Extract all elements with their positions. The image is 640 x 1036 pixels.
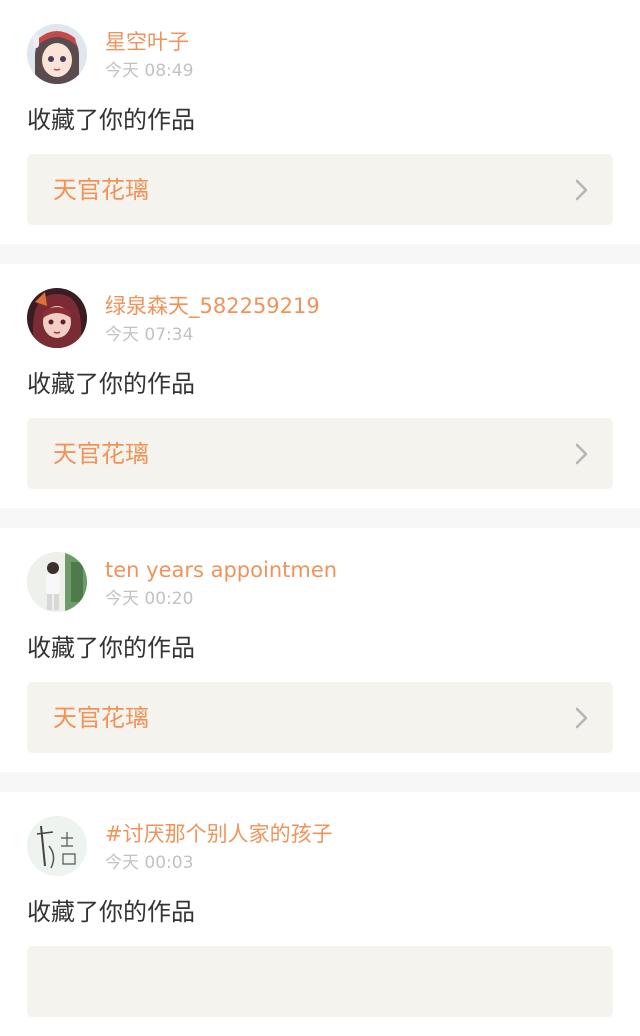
work-title: 天官花璃 bbox=[53, 176, 149, 204]
user-avatar[interactable] bbox=[27, 24, 87, 84]
work-link[interactable]: 天官花璃 bbox=[27, 418, 613, 489]
chevron-right-icon bbox=[575, 179, 589, 201]
action-text: 收藏了你的作品 bbox=[27, 898, 195, 926]
username[interactable]: 星空叶子 bbox=[105, 29, 189, 55]
notification-card: 星空叶子 今天 08:49 收藏了你的作品 天官花璃 bbox=[0, 0, 640, 244]
user-avatar[interactable] bbox=[27, 288, 87, 348]
notification-card: ten years appointmen 今天 00:20 收藏了你的作品 天官… bbox=[0, 528, 640, 772]
username[interactable]: ten years appointmen bbox=[105, 557, 337, 583]
work-title: 天官花璃 bbox=[53, 704, 149, 732]
user-avatar[interactable] bbox=[27, 816, 87, 876]
notification-card: 绿泉森天_582259219 今天 07:34 收藏了你的作品 天官花璃 bbox=[0, 264, 640, 508]
work-title: 天官花璃 bbox=[53, 440, 149, 468]
username[interactable]: 绿泉森天_582259219 bbox=[105, 293, 320, 319]
work-link[interactable] bbox=[27, 946, 613, 1017]
work-link[interactable]: 天官花璃 bbox=[27, 154, 613, 225]
chevron-right-icon bbox=[575, 443, 589, 465]
anime-girl-cap-avatar-icon bbox=[27, 24, 87, 84]
timestamp: 今天 00:20 bbox=[105, 589, 194, 609]
action-text: 收藏了你的作品 bbox=[27, 106, 195, 134]
notification-feed: 星空叶子 今天 08:49 收藏了你的作品 天官花璃 绿泉森天_58225921… bbox=[0, 0, 640, 1036]
work-link[interactable]: 天官花璃 bbox=[27, 682, 613, 753]
anime-girl-red-avatar-icon bbox=[27, 288, 87, 348]
notification-card: #讨厌那个别人家的孩子 今天 00:03 收藏了你的作品 bbox=[0, 792, 640, 1036]
chevron-right-icon bbox=[575, 707, 589, 729]
person-photo-avatar-icon bbox=[27, 552, 87, 612]
action-text: 收藏了你的作品 bbox=[27, 370, 195, 398]
user-avatar[interactable] bbox=[27, 552, 87, 612]
calligraphy-avatar-icon bbox=[27, 816, 87, 876]
timestamp: 今天 07:34 bbox=[105, 325, 194, 345]
action-text: 收藏了你的作品 bbox=[27, 634, 195, 662]
username[interactable]: #讨厌那个别人家的孩子 bbox=[105, 821, 333, 847]
timestamp: 今天 08:49 bbox=[105, 61, 194, 81]
timestamp: 今天 00:03 bbox=[105, 853, 194, 873]
